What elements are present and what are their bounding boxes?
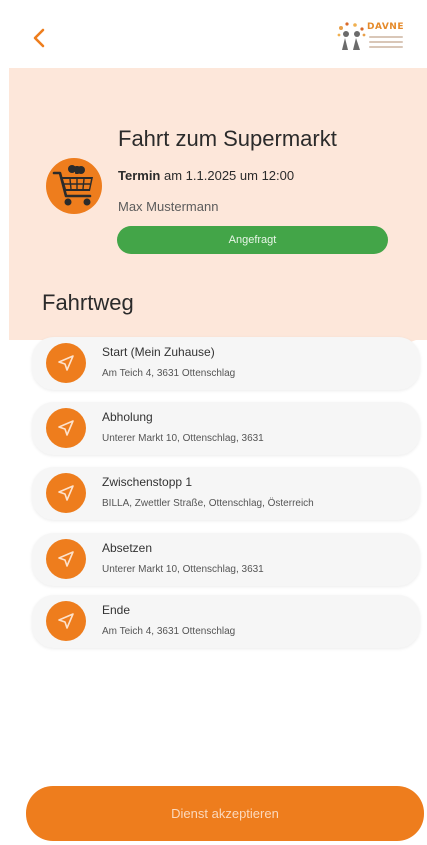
accept-service-button[interactable]: Dienst akzeptieren (26, 786, 424, 841)
route-stop-dropoff[interactable]: Absetzen Unterer Markt 10, Ottenschlag, … (32, 533, 420, 586)
appointment-line: Termin am 1.1.2025 um 12:00 (118, 168, 294, 183)
back-button[interactable] (26, 22, 52, 54)
route-stop-address: Am Teich 4, 3631 Ottenschlag (102, 626, 236, 637)
route-stop-intermediate[interactable]: Zwischenstopp 1 BILLA, Zwettler Straße, … (32, 467, 420, 520)
route-stop-icon (46, 601, 86, 641)
passenger-name: Max Mustermann (118, 199, 219, 214)
trip-title: Fahrt zum Supermarkt (118, 126, 337, 151)
route-stop-icon (46, 408, 86, 448)
route-section-title: Fahrtweg (42, 290, 134, 315)
chevron-left-icon (33, 28, 45, 48)
logo-text: DAVNE (367, 22, 404, 32)
route-stop-icon (46, 473, 86, 513)
route-stop-start[interactable]: Start (Mein Zuhause) Am Teich 4, 3631 Ot… (32, 337, 420, 390)
route-stop-label: Abholung (102, 410, 153, 424)
route-stop-address: BILLA, Zwettler Straße, Ottenschlag, Öst… (102, 498, 314, 509)
navigation-arrow-icon (58, 613, 74, 629)
route-stop-label: Start (Mein Zuhause) (102, 345, 215, 359)
navigation-arrow-icon (58, 355, 74, 371)
appointment-datetime: am 1.1.2025 um 12:00 (164, 168, 295, 183)
route-stop-label: Zwischenstopp 1 (102, 475, 193, 489)
shopping-cart-icon (52, 165, 93, 206)
trip-avatar (46, 158, 102, 214)
route-stop-label: Ende (102, 603, 131, 617)
route-stop-icon (46, 343, 86, 383)
logo-mark-icon (337, 22, 366, 50)
route-stop-address: Unterer Markt 10, Ottenschlag, 3631 (102, 433, 264, 444)
navigation-arrow-icon (58, 420, 74, 436)
route-stop-label: Absetzen (102, 541, 153, 555)
app-logo: DAVNE (335, 14, 405, 58)
navigation-arrow-icon (58, 485, 74, 501)
route-stop-address: Unterer Markt 10, Ottenschlag, 3631 (102, 564, 264, 575)
logo-tagline (369, 36, 403, 51)
navigation-arrow-icon (58, 551, 74, 567)
top-bar: DAVNE (0, 0, 427, 68)
route-stop-pickup[interactable]: Abholung Unterer Markt 10, Ottenschlag, … (32, 402, 420, 455)
route-stop-address: Am Teich 4, 3631 Ottenschlag (102, 368, 236, 379)
route-stop-icon (46, 539, 86, 579)
appointment-label: Termin (118, 168, 161, 183)
route-stop-end[interactable]: Ende Am Teich 4, 3631 Ottenschlag (32, 595, 420, 648)
status-badge: Angefragt (117, 226, 388, 254)
